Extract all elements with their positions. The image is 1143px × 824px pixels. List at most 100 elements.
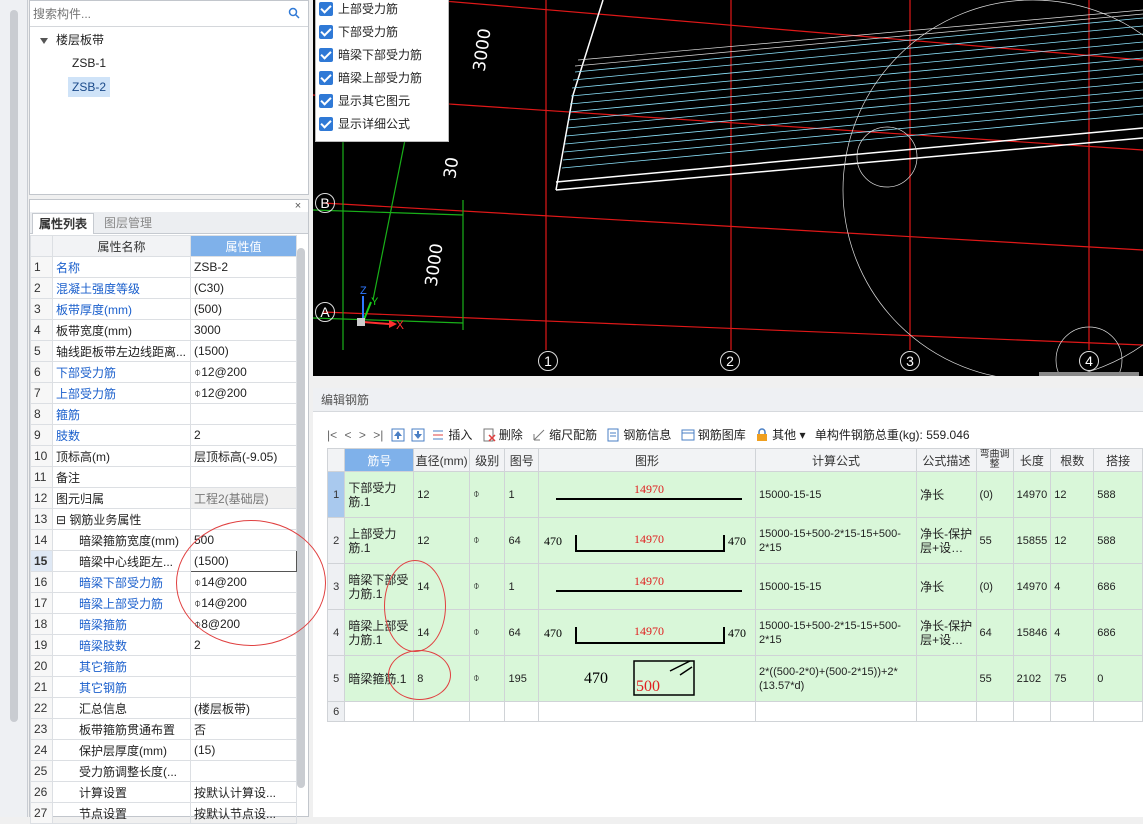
tree-item-zsb-2[interactable]: ZSB-2 bbox=[68, 77, 111, 97]
search-icon[interactable] bbox=[288, 7, 300, 19]
checkbox-checked-icon[interactable] bbox=[319, 48, 333, 62]
lap-cell[interactable]: 686 bbox=[1093, 609, 1143, 656]
property-row[interactable]: 6 下部受力筋 ⌽12@200 bbox=[30, 361, 297, 383]
property-value[interactable] bbox=[190, 760, 297, 782]
property-row[interactable]: 3 板带厚度(mm) (500) bbox=[30, 298, 297, 320]
lap-cell[interactable]: 686 bbox=[1093, 563, 1143, 610]
property-row[interactable]: 20 其它箍筋 bbox=[30, 655, 297, 677]
bend-adjust-cell[interactable] bbox=[975, 701, 1014, 722]
column-header-formula-desc[interactable]: 公式描述 bbox=[916, 448, 977, 472]
checkbox-checked-icon[interactable] bbox=[319, 117, 333, 131]
column-header-formula[interactable]: 计算公式 bbox=[755, 448, 918, 472]
shape-cell[interactable]: 14970 bbox=[538, 471, 757, 518]
formula-desc-cell[interactable]: 净长-保护层+设… bbox=[916, 609, 977, 656]
option-show-other-elements[interactable]: 显示其它图元 bbox=[319, 91, 410, 111]
formula-desc-cell[interactable]: 净长 bbox=[916, 563, 977, 610]
grade-cell[interactable]: ⌽ bbox=[469, 563, 506, 610]
property-row[interactable]: 10 顶标高(m) 层顶标高(-9.05) bbox=[30, 445, 297, 467]
property-row[interactable]: 2 混凝土强度等级 (C30) bbox=[30, 277, 297, 299]
figure-no-cell[interactable]: 1 bbox=[504, 471, 540, 518]
property-value[interactable] bbox=[190, 466, 297, 488]
diameter-cell[interactable] bbox=[413, 701, 471, 722]
table-row[interactable]: 1 下部受力筋.1 12 ⌽ 1 14970 15000-15-15 净长 (0) 14970 12… bbox=[326, 471, 1143, 518]
property-value[interactable]: 工程2(基础层) bbox=[190, 487, 297, 509]
column-header-figure-no[interactable]: 图号 bbox=[504, 448, 540, 472]
figure-no-cell[interactable]: 1 bbox=[504, 563, 540, 610]
column-header-diameter[interactable]: 直径(mm) bbox=[413, 448, 471, 472]
grade-cell[interactable]: ⌽ bbox=[469, 609, 506, 656]
property-value[interactable] bbox=[190, 655, 297, 677]
last-record-button[interactable]: >| bbox=[373, 428, 383, 442]
column-header-grade[interactable]: 级别 bbox=[469, 448, 506, 472]
column-header-shape[interactable]: 图形 bbox=[538, 448, 757, 472]
column-header-lap[interactable]: 搭接 bbox=[1093, 448, 1143, 472]
bend-adjust-cell[interactable]: (0) bbox=[975, 563, 1014, 610]
property-row[interactable]: 25 受力筋调整长度(... bbox=[30, 760, 297, 782]
property-value[interactable]: (1500) bbox=[190, 340, 297, 362]
scale-rebar-button[interactable]: 缩尺配筋 bbox=[532, 424, 597, 446]
tree-item-zsb-1[interactable]: ZSB-1 bbox=[68, 53, 110, 73]
property-row[interactable]: 23 板带箍筋贯通布置否 bbox=[30, 718, 297, 740]
length-cell[interactable] bbox=[1012, 701, 1052, 722]
bend-adjust-cell[interactable]: 55 bbox=[975, 655, 1014, 702]
other-dropdown[interactable]: 其他 ▾ bbox=[755, 424, 806, 446]
property-row[interactable]: 9 肢数 2 bbox=[30, 424, 297, 446]
formula-cell[interactable]: 15000-15-15 bbox=[755, 471, 918, 518]
option-bottom-rebar[interactable]: 下部受力筋 bbox=[319, 22, 398, 42]
count-cell[interactable]: 12 bbox=[1050, 517, 1095, 564]
row-number[interactable]: 4 bbox=[326, 609, 346, 656]
shape-cell[interactable] bbox=[538, 701, 757, 722]
lap-cell[interactable] bbox=[1093, 701, 1143, 722]
length-cell[interactable]: 14970 bbox=[1012, 471, 1052, 518]
length-cell[interactable]: 15846 bbox=[1012, 609, 1052, 656]
checkbox-checked-icon[interactable] bbox=[319, 2, 333, 16]
table-row[interactable]: 3 暗梁下部受力筋.1 14 ⌽ 1 14970 15000-15-15 净长 (0) 14970… bbox=[326, 563, 1143, 610]
tab-layer-management[interactable]: 图层管理 bbox=[98, 213, 158, 234]
close-icon[interactable]: × bbox=[292, 200, 304, 212]
table-row[interactable]: 6 bbox=[326, 701, 1143, 722]
shape-cell[interactable]: 14970 470 470 bbox=[538, 517, 757, 564]
insert-button[interactable]: 插入 bbox=[431, 424, 472, 446]
column-header-length[interactable]: 长度 bbox=[1012, 448, 1052, 472]
count-cell[interactable]: 75 bbox=[1050, 655, 1095, 702]
left-scrollbar[interactable] bbox=[10, 10, 18, 722]
formula-desc-cell[interactable] bbox=[916, 701, 977, 722]
figure-no-cell[interactable] bbox=[504, 701, 540, 722]
figure-no-cell[interactable]: 195 bbox=[504, 655, 540, 702]
property-row[interactable]: 8 箍筋 bbox=[30, 403, 297, 425]
formula-cell[interactable]: 15000-15-15 bbox=[755, 563, 918, 610]
formula-desc-cell[interactable]: 净长-保护层+设… bbox=[916, 517, 977, 564]
formula-cell[interactable]: 15000-15+500-2*15-15+500-2*15 bbox=[755, 609, 918, 656]
formula-desc-cell[interactable] bbox=[916, 655, 977, 702]
3d-viewport[interactable]: 3000 30 3000 B A 1 2 3 4 Z Y X 上部受力筋 下部受… bbox=[313, 0, 1143, 376]
property-value[interactable]: 按默认计算设... bbox=[190, 781, 297, 803]
shape-cell[interactable]: 14970 470 470 bbox=[538, 609, 757, 656]
property-value[interactable] bbox=[190, 403, 297, 425]
property-row[interactable]: 26 计算设置 按默认计算设... bbox=[30, 781, 297, 803]
diameter-cell[interactable]: 12 bbox=[413, 517, 471, 564]
shape-cell[interactable]: 470 500 bbox=[538, 655, 757, 702]
grade-cell[interactable]: ⌽ bbox=[469, 471, 506, 518]
property-scrollbar[interactable] bbox=[297, 248, 305, 788]
length-cell[interactable]: 14970 bbox=[1012, 563, 1052, 610]
formula-cell[interactable] bbox=[755, 701, 918, 722]
count-cell[interactable]: 4 bbox=[1050, 609, 1095, 656]
bar-id-cell[interactable]: 上部受力筋.1 bbox=[344, 517, 415, 564]
property-value[interactable]: ⌽12@200 bbox=[190, 361, 297, 383]
table-row[interactable]: 4 暗梁上部受力筋.1 14 ⌽ 64 14970 470 470 15000-15+500-2… bbox=[326, 609, 1143, 656]
move-down-icon[interactable] bbox=[411, 428, 425, 442]
property-value[interactable]: 层顶标高(-9.05) bbox=[190, 445, 297, 467]
grade-cell[interactable]: ⌽ bbox=[469, 517, 506, 564]
checkbox-checked-icon[interactable] bbox=[319, 94, 333, 108]
option-beam-bottom-rebar[interactable]: 暗梁下部受力筋 bbox=[319, 45, 422, 65]
property-value[interactable]: (C30) bbox=[190, 277, 297, 299]
property-row[interactable]: 11 备注 bbox=[30, 466, 297, 488]
option-show-detailed-formula[interactable]: 显示详细公式 bbox=[319, 114, 410, 134]
property-row[interactable]: 27 节点设置 按默认节点设... bbox=[30, 802, 297, 824]
property-value[interactable]: 2 bbox=[190, 424, 297, 446]
property-row[interactable]: 7 上部受力筋 ⌽12@200 bbox=[30, 382, 297, 404]
property-value[interactable]: 3000 bbox=[190, 319, 297, 341]
property-value[interactable]: (楼层板带) bbox=[190, 697, 297, 719]
property-row[interactable]: 4 板带宽度(mm) 3000 bbox=[30, 319, 297, 341]
tab-property-list[interactable]: 属性列表 bbox=[32, 213, 95, 234]
